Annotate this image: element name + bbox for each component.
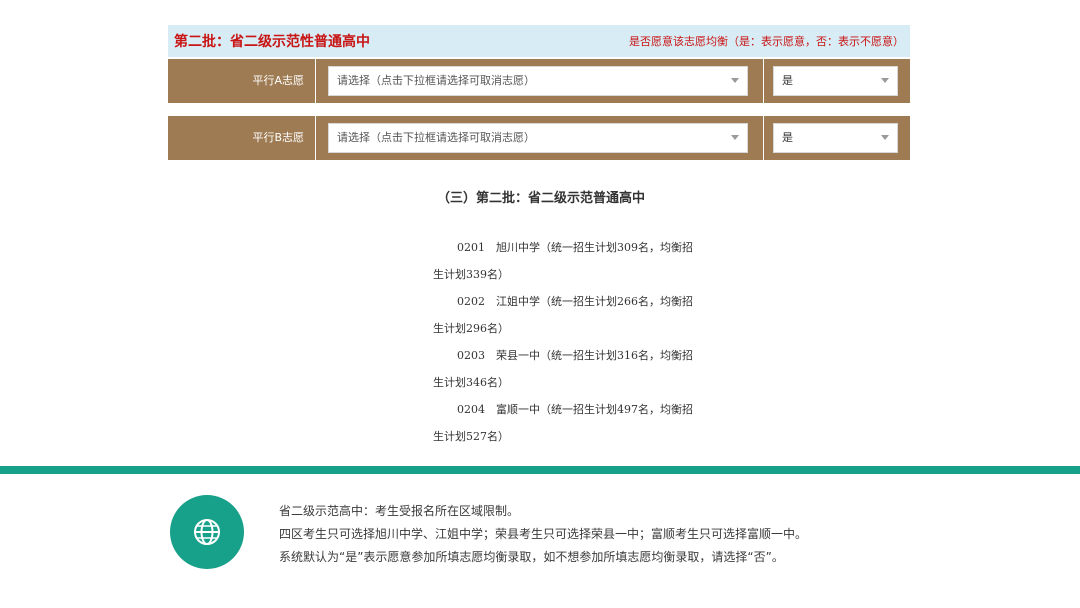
doc-line: 0204 富顺一中（统一招生计划497名，均衡招 — [457, 403, 693, 416]
doc-line: 0202 江姐中学（统一招生计划266名，均衡招 — [457, 295, 693, 308]
row-divider — [763, 59, 764, 103]
divider-bar — [0, 466, 1080, 474]
doc-line: 生计划296名） — [433, 322, 509, 335]
select-value: 是 — [782, 74, 793, 87]
note-line: 系统默认为“是”表示愿意参加所填志愿均衡录取，如不想参加所填志愿均衡录取，请选择… — [279, 550, 784, 564]
chevron-down-icon — [881, 135, 889, 140]
globe-icon — [170, 495, 244, 569]
row-divider — [315, 59, 316, 103]
row-label: 平行B志愿 — [252, 131, 304, 144]
balance-note: 是否愿意该志愿均衡（是：表示愿意，否：表示不愿意） — [629, 35, 904, 48]
select-placeholder: 请选择（点击下拉框请选择可取消志愿） — [337, 131, 535, 144]
row-divider — [315, 116, 316, 160]
volunteer-row-a: 平行A志愿 请选择（点击下拉框请选择可取消志愿） 是 — [168, 59, 910, 103]
chevron-down-icon — [881, 78, 889, 83]
school-select-a[interactable]: 请选择（点击下拉框请选择可取消志愿） — [328, 66, 748, 96]
volunteer-form: 第二批：省二级示范性普通高中 是否愿意该志愿均衡（是：表示愿意，否：表示不愿意）… — [168, 25, 910, 160]
form-header: 第二批：省二级示范性普通高中 是否愿意该志愿均衡（是：表示愿意，否：表示不愿意） — [168, 25, 910, 57]
document-excerpt: （三）第二批：省二级示范普通高中 0201 旭川中学（统一招生计划309名，均衡… — [433, 186, 733, 443]
select-placeholder: 请选择（点击下拉框请选择可取消志愿） — [337, 74, 535, 87]
volunteer-row-b: 平行B志愿 请选择（点击下拉框请选择可取消志愿） 是 — [168, 116, 910, 160]
doc-line: 生计划346名） — [433, 376, 509, 389]
chevron-down-icon — [731, 78, 739, 83]
balance-select-b[interactable]: 是 — [773, 123, 898, 153]
doc-line: 0201 旭川中学（统一招生计划309名，均衡招 — [457, 241, 693, 254]
doc-entries: 0201 旭川中学（统一招生计划309名，均衡招 生计划339名） 0202 江… — [433, 234, 733, 450]
note-line: 省二级示范高中：考生受报名所在区域限制。 — [279, 504, 520, 518]
doc-heading: （三）第二批：省二级示范普通高中 — [437, 191, 646, 206]
chevron-down-icon — [731, 135, 739, 140]
school-select-b[interactable]: 请选择（点击下拉框请选择可取消志愿） — [328, 123, 748, 153]
doc-line: 0203 荣县一中（统一招生计划316名，均衡招 — [457, 349, 693, 362]
form-title: 第二批：省二级示范性普通高中 — [174, 34, 370, 50]
select-value: 是 — [782, 131, 793, 144]
row-label: 平行A志愿 — [252, 74, 304, 87]
row-divider — [763, 116, 764, 160]
notes-text: 省二级示范高中：考生受报名所在区域限制。 四区考生只可选择旭川中学、江姐中学；荣… — [279, 500, 1039, 569]
note-line: 四区考生只可选择旭川中学、江姐中学；荣县考生只可选择荣县一中；富顺考生只可选择富… — [279, 527, 808, 541]
doc-line: 生计划339名） — [433, 268, 509, 281]
doc-line: 生计划527名） — [433, 430, 509, 443]
balance-select-a[interactable]: 是 — [773, 66, 898, 96]
